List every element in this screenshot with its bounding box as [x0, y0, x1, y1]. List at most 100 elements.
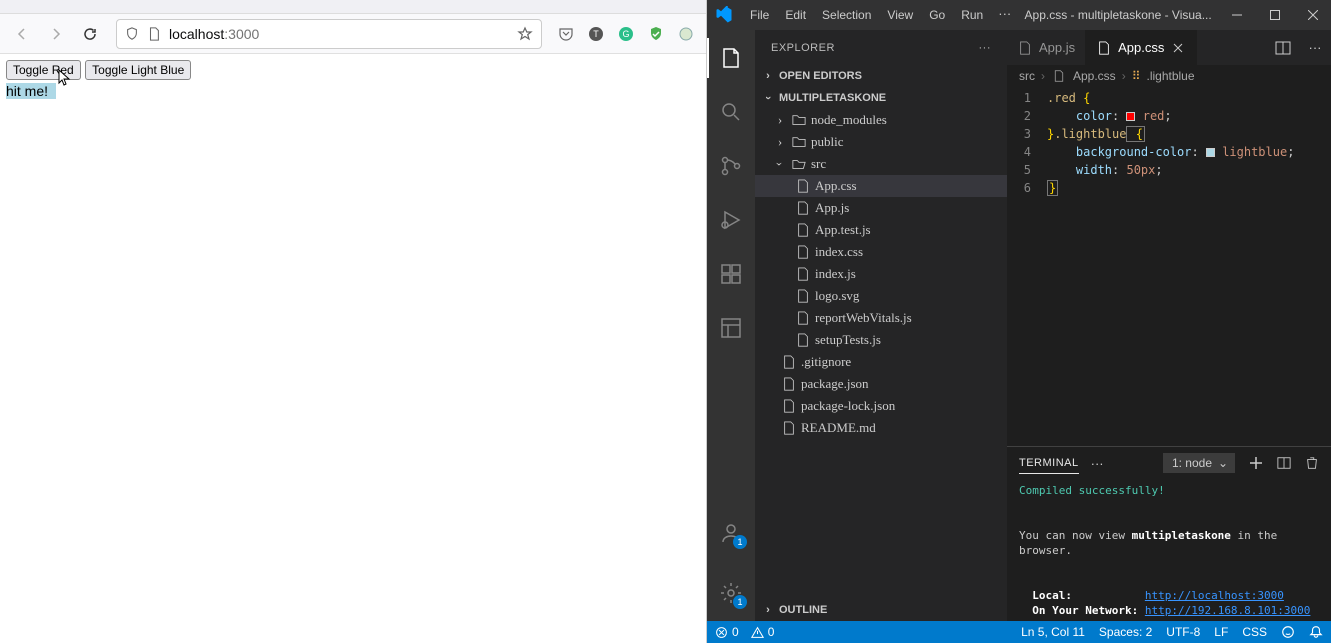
file-package-json[interactable]: package.json: [755, 373, 1007, 395]
code-lines[interactable]: .red { color: red;}.lightblue { backgrou…: [1047, 87, 1331, 446]
status-warnings[interactable]: 0: [751, 625, 775, 639]
code-editor[interactable]: 123456 .red { color: red;}.lightblue { b…: [1007, 87, 1331, 446]
panel-tabs: TERMINAL ··· 1: node ⌄: [1007, 447, 1331, 479]
ext-icon-2[interactable]: G: [614, 22, 638, 46]
status-feedback-icon[interactable]: [1281, 625, 1295, 639]
file-readme[interactable]: README.md: [755, 417, 1007, 439]
file-package-lock[interactable]: package-lock.json: [755, 395, 1007, 417]
menu-run[interactable]: Run: [954, 6, 990, 24]
back-button[interactable]: [8, 20, 36, 48]
pocket-icon[interactable]: [554, 22, 578, 46]
close-icon[interactable]: [1170, 40, 1186, 56]
status-indent[interactable]: Spaces: 2: [1099, 625, 1152, 639]
menu-selection[interactable]: Selection: [815, 6, 878, 24]
url-bar[interactable]: localhost:3000: [116, 19, 542, 49]
menu-go[interactable]: Go: [922, 6, 952, 24]
status-language[interactable]: CSS: [1242, 625, 1267, 639]
breadcrumb-symbol[interactable]: .lightblue: [1146, 69, 1194, 83]
titlebar: File Edit Selection View Go Run ··· App.…: [707, 0, 1331, 30]
activity-explorer-icon[interactable]: [707, 38, 755, 78]
terminal-output[interactable]: Compiled successfully! You can now view …: [1007, 479, 1331, 621]
terminal-tab[interactable]: TERMINAL: [1019, 453, 1079, 474]
menu-more-icon[interactable]: ···: [992, 6, 1017, 24]
chevron-down-icon: ›: [773, 157, 787, 171]
browser-toolbar: localhost:3000 T G: [0, 14, 706, 54]
file-icon: [781, 420, 797, 436]
file-tree: ›node_modules ›public ›src App.css App.j…: [755, 109, 1007, 599]
kill-terminal-icon[interactable]: [1305, 456, 1319, 470]
file-app-test-js[interactable]: App.test.js: [755, 219, 1007, 241]
close-button[interactable]: [1303, 5, 1323, 25]
ext-icon-4[interactable]: [674, 22, 698, 46]
svg-text:G: G: [622, 29, 629, 39]
file-icon: [1051, 68, 1067, 84]
vscode-window: File Edit Selection View Go Run ··· App.…: [707, 0, 1331, 643]
ext-icon-1[interactable]: T: [584, 22, 608, 46]
outline-header[interactable]: ›OUTLINE: [755, 599, 1007, 621]
activity-search-icon[interactable]: [707, 92, 755, 132]
ext-icon-3[interactable]: [644, 22, 668, 46]
browser-tabstrip: [0, 0, 706, 14]
activity-extensions-icon[interactable]: [707, 254, 755, 294]
minimize-button[interactable]: [1227, 5, 1247, 25]
status-encoding[interactable]: UTF-8: [1166, 625, 1200, 639]
folder-open-icon: [791, 156, 807, 172]
toggle-red-button[interactable]: Toggle Red: [6, 60, 81, 80]
menu-view[interactable]: View: [880, 6, 920, 24]
maximize-button[interactable]: [1265, 5, 1285, 25]
page-body: Toggle Red Toggle Light Blue hit me!: [0, 54, 706, 643]
status-eol[interactable]: LF: [1214, 625, 1228, 639]
file-icon: [1017, 40, 1033, 56]
file-app-css[interactable]: App.css: [755, 175, 1007, 197]
file-icon: [795, 200, 811, 216]
file-app-js[interactable]: App.js: [755, 197, 1007, 219]
file-icon: [781, 354, 797, 370]
status-position[interactable]: Ln 5, Col 11: [1021, 625, 1085, 639]
bookmark-icon[interactable]: [517, 26, 533, 42]
activity-layout-icon[interactable]: [707, 308, 755, 348]
window-title: App.css - multipletaskone - Visua...: [1021, 8, 1215, 22]
folder-src[interactable]: ›src: [755, 153, 1007, 175]
folder-public[interactable]: ›public: [755, 131, 1007, 153]
explorer-more-icon[interactable]: ···: [979, 42, 992, 54]
status-bar: 0 0 Ln 5, Col 11 Spaces: 2 UTF-8 LF CSS: [707, 621, 1331, 643]
menu-edit[interactable]: Edit: [778, 6, 813, 24]
editor-more-icon[interactable]: ···: [1299, 30, 1331, 65]
toggle-light-blue-button[interactable]: Toggle Light Blue: [85, 60, 191, 80]
file-setuptests[interactable]: setupTests.js: [755, 329, 1007, 351]
symbol-icon: ⠿: [1132, 69, 1141, 83]
folder-icon: [791, 112, 807, 128]
tab-app-css[interactable]: App.css: [1086, 30, 1197, 65]
project-header[interactable]: ›MULTIPLETASKONE: [755, 87, 1007, 109]
breadcrumb[interactable]: src› App.css› ⠿ .lightblue: [1007, 65, 1331, 87]
line-numbers: 123456: [1007, 87, 1047, 446]
file-reportwebvitals[interactable]: reportWebVitals.js: [755, 307, 1007, 329]
activity-scm-icon[interactable]: [707, 146, 755, 186]
split-terminal-icon[interactable]: [1277, 456, 1291, 470]
reload-button[interactable]: [76, 20, 104, 48]
tab-app-js[interactable]: App.js: [1007, 30, 1086, 65]
menu-file[interactable]: File: [743, 6, 776, 24]
split-editor-icon[interactable]: [1267, 30, 1299, 65]
file-gitignore[interactable]: .gitignore: [755, 351, 1007, 373]
status-bell-icon[interactable]: [1309, 625, 1323, 639]
activity-accounts-icon[interactable]: 1: [707, 513, 755, 553]
terminal-selector[interactable]: 1: node ⌄: [1163, 453, 1235, 473]
folder-node-modules[interactable]: ›node_modules: [755, 109, 1007, 131]
open-editors-header[interactable]: ›OPEN EDITORS: [755, 65, 1007, 87]
file-index-css[interactable]: index.css: [755, 241, 1007, 263]
file-index-js[interactable]: index.js: [755, 263, 1007, 285]
file-icon: [1096, 40, 1112, 56]
forward-button[interactable]: [42, 20, 70, 48]
chevron-right-icon: ›: [761, 69, 775, 83]
file-icon: [795, 332, 811, 348]
activity-settings-icon[interactable]: 1: [707, 573, 755, 613]
status-errors[interactable]: 0: [715, 625, 739, 639]
breadcrumb-src[interactable]: src: [1019, 69, 1035, 83]
panel-more-icon[interactable]: ···: [1091, 456, 1104, 471]
breadcrumb-file[interactable]: App.css: [1073, 69, 1116, 83]
file-logo-svg[interactable]: logo.svg: [755, 285, 1007, 307]
url-text: localhost:3000: [169, 26, 259, 42]
new-terminal-icon[interactable]: [1249, 456, 1263, 470]
activity-debug-icon[interactable]: [707, 200, 755, 240]
